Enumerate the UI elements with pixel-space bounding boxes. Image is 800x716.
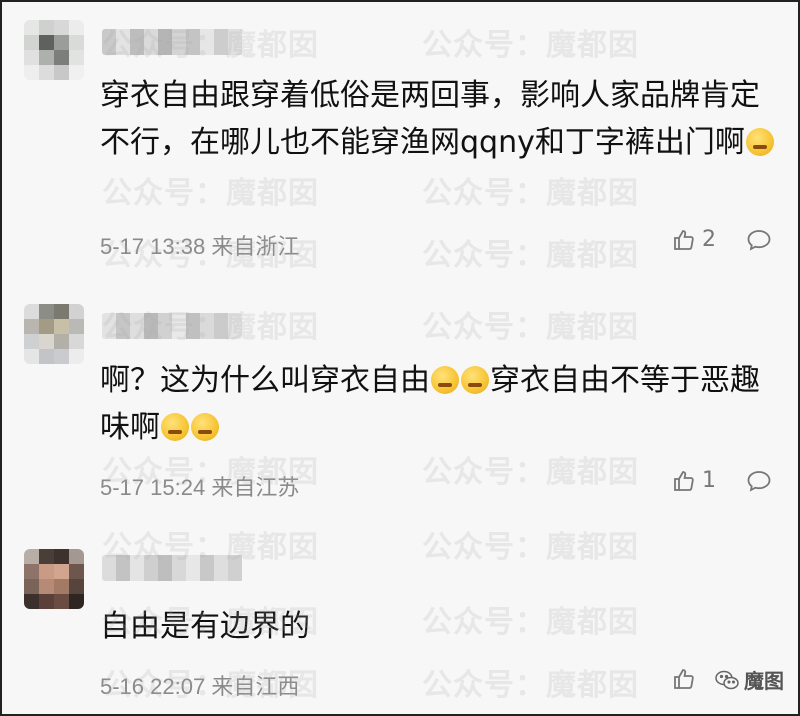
watermark: 公众号：魔都囡 [422,668,639,703]
footer-logo-text: 魔图 [744,669,784,693]
comment-location: 来自浙江 [211,234,300,259]
comment-location: 来自江苏 [211,475,300,500]
laughing-emoji-icon [745,128,774,156]
comment-text: 自由是有边界的 [100,603,780,650]
crying-emoji-icon [191,413,219,441]
comment-meta: 5-16 22:07 来自江西 [100,669,299,701]
like-count: 2 [702,227,716,252]
avatar[interactable] [24,549,84,609]
comment-text-body: 自由是有边界的 [100,609,310,644]
thumbs-up-icon [674,669,694,689]
watermark: 公众号：魔都囡 [422,28,639,63]
like-button[interactable] [672,667,696,691]
watermark: 公众号：魔都囡 [422,176,639,211]
comment-text: 穿衣自由跟穿着低俗是两回事，影响人家品牌肯定不行，在哪儿也不能穿渔网qqny和丁… [100,72,780,166]
reply-icon[interactable] [746,469,772,493]
reply-icon[interactable] [746,228,772,252]
crying-emoji-icon [461,366,489,394]
comment-text: 啊？这为什么叫穿衣自由 穿衣自由不等于恶趣味啊 [100,357,780,451]
username-blurred[interactable] [102,555,244,581]
watermark: 公众号：魔都囡 [102,176,319,211]
watermark: 公众号：魔都囡 [422,530,639,565]
thumbs-up-icon [674,470,694,491]
footer-logo: 魔图 [714,665,784,694]
watermark: 公众号：魔都囡 [422,238,639,273]
watermark: 公众号：魔都囡 [422,455,639,490]
like-count: 1 [702,468,716,493]
crying-emoji-icon [161,413,189,441]
comment-time: 5-17 13:38 [100,234,206,259]
like-button[interactable]: 2 [672,227,716,252]
crying-emoji-icon [431,366,459,394]
comment-time: 5-17 15:24 [100,475,206,500]
comment-time: 5-16 22:07 [100,674,206,699]
thumbs-up-icon [674,229,694,250]
watermark: 公众号：魔都囡 [422,310,639,345]
comment-text-body: 穿衣自由跟穿着低俗是两回事，影响人家品牌肯定不行，在哪儿也不能穿渔网qqny和丁… [100,78,760,160]
comment-location: 来自江西 [211,674,300,699]
username-blurred[interactable] [102,313,242,339]
comment-panel: 公众号：魔都囡 公众号：魔都囡 公众号：魔都囡 公众号：魔都囡 公众号：魔都囡 … [0,0,800,716]
wechat-icon [715,670,739,689]
comment-meta: 5-17 13:38 来自浙江 [100,229,299,261]
comment-text-part-1: 啊？这为什么叫穿衣自由 [100,363,430,398]
username-blurred[interactable] [102,29,244,55]
avatar[interactable] [24,304,84,364]
comment-meta: 5-17 15:24 来自江苏 [100,470,299,502]
avatar[interactable] [24,20,84,80]
like-button[interactable]: 1 [672,468,716,493]
